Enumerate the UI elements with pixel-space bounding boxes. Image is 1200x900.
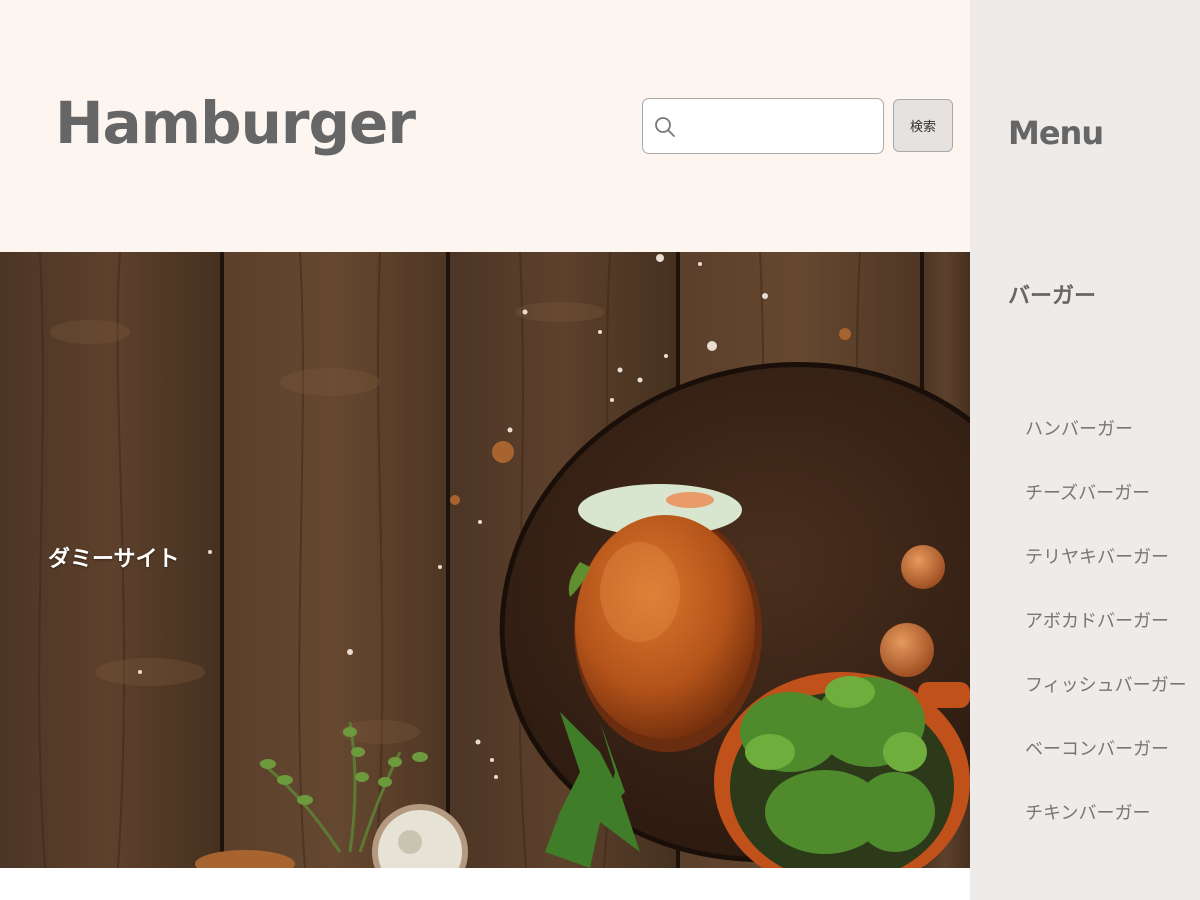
menu-item-avocado-burger[interactable]: アボカドバーガー [1025, 606, 1187, 670]
menu-list: ハンバーガー チーズバーガー テリヤキバーガー アボカドバーガー フィッシュバー… [1025, 414, 1187, 862]
sidebar-menu: Menu バーガー ハンバーガー チーズバーガー テリヤキバーガー アボカドバー… [970, 0, 1200, 900]
menu-item-bacon-burger[interactable]: ベーコンバーガー [1025, 734, 1187, 798]
hero-caption: ダミーサイト [48, 547, 180, 572]
menu-item-cheeseburger[interactable]: チーズバーガー [1025, 478, 1187, 542]
menu-item-teriyaki-burger[interactable]: テリヤキバーガー [1025, 542, 1187, 606]
menu-category-burger: バーガー [1008, 284, 1097, 309]
menu-item-fish-burger[interactable]: フィッシュバーガー [1025, 670, 1187, 734]
hero-section: ダミーサイト [0, 252, 970, 868]
menu-item-hamburger[interactable]: ハンバーガー [1025, 414, 1187, 478]
search-icon [655, 117, 675, 137]
page: Hamburger 検索 ダミーサイト Menu バーガー ハンバーガー チーズ… [0, 0, 1200, 900]
site-title[interactable]: Hamburger [55, 88, 416, 158]
menu-title: Menu [1008, 114, 1104, 152]
search-form: 検索 [642, 98, 954, 154]
site-header: Hamburger 検索 [0, 0, 970, 252]
search-button[interactable]: 検索 [893, 99, 953, 152]
search-input[interactable] [681, 105, 877, 147]
search-box[interactable] [642, 98, 884, 154]
menu-item-chicken-burger[interactable]: チキンバーガー [1025, 798, 1187, 862]
